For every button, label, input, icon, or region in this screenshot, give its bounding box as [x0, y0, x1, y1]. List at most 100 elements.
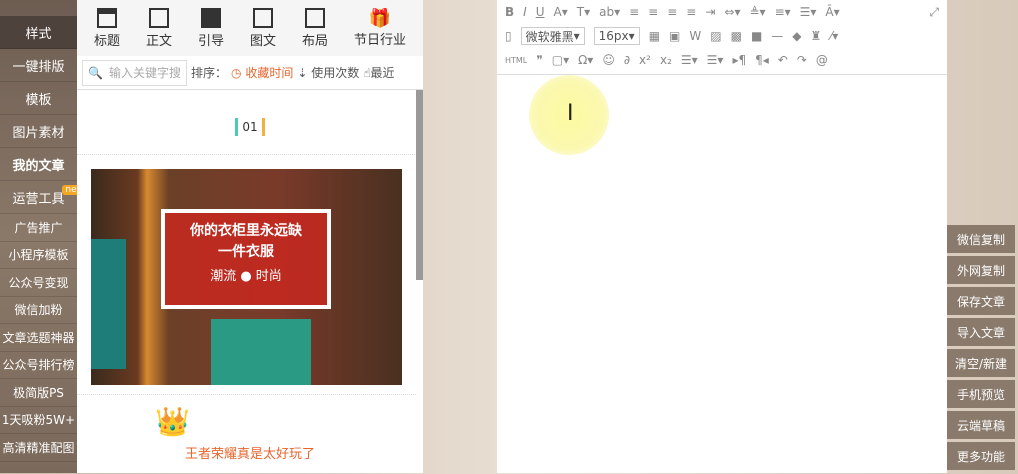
underline-button[interactable]: U	[536, 5, 545, 19]
fullscreen-icon[interactable]: ⤢	[929, 5, 939, 20]
font-color-button[interactable]: A▾	[554, 5, 568, 19]
align-right-button[interactable]: ≡	[667, 5, 677, 19]
gallery-icon[interactable]: ▩	[731, 29, 742, 43]
sidebar-item-ads[interactable]: 广告推广	[0, 214, 77, 242]
image-icon[interactable]: ▣	[669, 29, 680, 43]
toolbar-row-3: HTML ❞ ▢▾ Ω▾ ☺ ∂ x² x₂ ☰▾ ☰▾ ▸¶ ¶◂ ↶ ↷ @	[497, 48, 947, 72]
clear-new-button[interactable]: 清空/新建	[947, 349, 1015, 377]
sidebar-item-ps[interactable]: 极简版PS	[0, 379, 77, 407]
word-icon[interactable]: W	[689, 29, 701, 43]
sidebar-item-hd-images[interactable]: 高清精准配图	[0, 434, 77, 462]
sidebar-item-tools[interactable]: 运营工具 new	[0, 181, 87, 214]
search-replace-icon[interactable]: @	[816, 53, 828, 67]
bold-button[interactable]: B	[505, 5, 514, 19]
sidebar-item-my-articles[interactable]: 我的文章	[0, 148, 77, 181]
wechat-copy-button[interactable]: 微信复制	[947, 225, 1015, 253]
new-doc-icon[interactable]: ▯	[505, 29, 512, 43]
ltr-icon[interactable]: ▸¶	[732, 53, 746, 67]
logo	[0, 0, 77, 16]
line-height-button[interactable]: ☰▾	[800, 5, 817, 19]
link-icon[interactable]: ∂	[624, 53, 630, 67]
fashion-template[interactable]: 你的衣柜里永远缺 一件衣服 潮流 ● 时尚	[91, 169, 402, 385]
sidebar-item-templates[interactable]: 模板	[0, 82, 77, 115]
headline-box: 你的衣柜里永远缺 一件衣服 潮流 ● 时尚	[161, 209, 331, 309]
highlight-button[interactable]: ab▾	[599, 5, 620, 19]
category-layout[interactable]: 布局	[302, 7, 328, 49]
label: 正文	[145, 33, 172, 49]
sidebar-item-style[interactable]: 样式	[0, 16, 77, 49]
spacing-button[interactable]: ⇔▾	[724, 5, 740, 19]
sidebar-item-one-click[interactable]: 一键排版	[0, 49, 77, 82]
background-icon[interactable]: ▢▾	[552, 53, 569, 67]
html-button[interactable]: HTML	[505, 56, 527, 65]
ordered-list-icon[interactable]: ☰▾	[681, 53, 698, 67]
external-copy-button[interactable]: 外网复制	[947, 256, 1015, 284]
sidebar-item-miniprogram[interactable]: 小程序模板	[0, 242, 77, 269]
mobile-preview-button[interactable]: 手机预览	[947, 380, 1015, 408]
headline-line2: 一件衣服	[218, 244, 274, 260]
toolbar-row-2: ▯ 微软雅黑 ▾ 16px ▾ ▦ ▣ W ▨ ▩ ■ — ◆ ♜ ⁄▾	[497, 24, 947, 48]
sidebar-item-images[interactable]: 图片素材	[0, 115, 77, 148]
editor-content[interactable]: I	[497, 74, 947, 474]
category-image-text[interactable]: 图文	[250, 7, 276, 49]
search-icon: 🔍	[88, 65, 103, 80]
category-holiday[interactable]: 🎁 节日行业	[354, 8, 406, 48]
subscript-icon[interactable]: x₂	[660, 53, 672, 67]
magic-wand-icon[interactable]: ⁄▾	[830, 29, 838, 43]
font-family-select[interactable]: 微软雅黑 ▾	[520, 27, 585, 45]
value: 16px	[598, 29, 629, 43]
category-body[interactable]: 正文	[145, 7, 172, 49]
text-format-button[interactable]: T▾	[577, 5, 590, 19]
search-input[interactable]: 🔍 输入关键字搜	[82, 59, 187, 86]
number-template[interactable]: 01	[77, 118, 423, 136]
para-bottom-button[interactable]: ≡▾	[775, 5, 791, 19]
sort-favorite-time[interactable]: ◷ 收藏时间	[231, 64, 293, 81]
letter-spacing-button[interactable]: Ā▾	[825, 5, 839, 19]
sidebar-item-topics[interactable]: 文章选题神器	[0, 324, 77, 352]
emoji-icon[interactable]: ☺	[602, 53, 615, 67]
font-size-select[interactable]: 16px ▾	[593, 27, 640, 45]
superscript-icon[interactable]: x²	[639, 53, 651, 67]
toolbar-row-1: B I U A▾ T▾ ab▾ ≡ ≡ ≡ ≡ ⇥ ⇔▾ ≜▾ ≡▾ ☰▾ Ā▾ ⤢	[497, 0, 947, 24]
save-article-button[interactable]: 保存文章	[947, 287, 1015, 315]
headline-line1: 你的衣柜里永远缺	[190, 223, 302, 239]
undo-icon[interactable]: ↶	[778, 53, 788, 67]
category-title[interactable]: 标题	[94, 7, 120, 49]
unordered-list-icon[interactable]: ☰▾	[707, 53, 724, 67]
align-center-button[interactable]: ≡	[648, 5, 658, 19]
sidebar-item-monetize[interactable]: 公众号变现	[0, 269, 77, 297]
align-left-button[interactable]: ≡	[629, 5, 639, 19]
import-article-button[interactable]: 导入文章	[947, 318, 1015, 346]
brush-icon[interactable]: ♜	[811, 29, 822, 43]
special-char-icon[interactable]: Ω▾	[578, 53, 593, 67]
divider	[77, 154, 423, 155]
text-cursor-icon: I	[567, 101, 574, 126]
scrollbar[interactable]	[416, 90, 423, 280]
video-icon[interactable]: ■	[751, 29, 762, 43]
sidebar-item-fans[interactable]: 微信加粉	[0, 297, 77, 324]
cloud-draft-button[interactable]: 云端草稿	[947, 411, 1015, 439]
category-guide[interactable]: 引导	[198, 7, 224, 49]
sort-usage[interactable]: ⇣ 使用次数	[297, 64, 359, 81]
rtl-icon[interactable]: ¶◂	[755, 53, 769, 67]
crown-template-caption[interactable]: 王者荣耀真是太好玩了	[77, 443, 423, 462]
picture-icon[interactable]: ▨	[710, 29, 721, 43]
divider	[77, 394, 416, 395]
indent-button[interactable]: ⇥	[705, 5, 715, 19]
more-button[interactable]: 更多功能	[947, 442, 1015, 470]
value: 微软雅黑	[525, 29, 574, 44]
sort-label: 排序：	[191, 66, 228, 80]
sidebar-item-fans5w[interactable]: 1天吸粉5W+	[0, 407, 77, 434]
para-top-button[interactable]: ≜▾	[749, 5, 765, 19]
eraser-icon[interactable]: ◆	[792, 29, 801, 43]
right-actions: 微信复制 外网复制 保存文章 导入文章 清空/新建 手机预览 云端草稿 更多功能	[947, 225, 1015, 473]
italic-button[interactable]: I	[523, 5, 527, 19]
quote-icon[interactable]: ❞	[536, 53, 542, 67]
hr-icon[interactable]: —	[771, 29, 783, 43]
sort-recent[interactable]: ☝最近	[363, 64, 394, 81]
crown-icon: 👑	[155, 405, 190, 438]
sidebar-item-ranking[interactable]: 公众号排行榜	[0, 352, 77, 379]
table-icon[interactable]: ▦	[649, 29, 660, 43]
justify-button[interactable]: ≡	[686, 5, 696, 19]
redo-icon[interactable]: ↷	[797, 53, 807, 67]
